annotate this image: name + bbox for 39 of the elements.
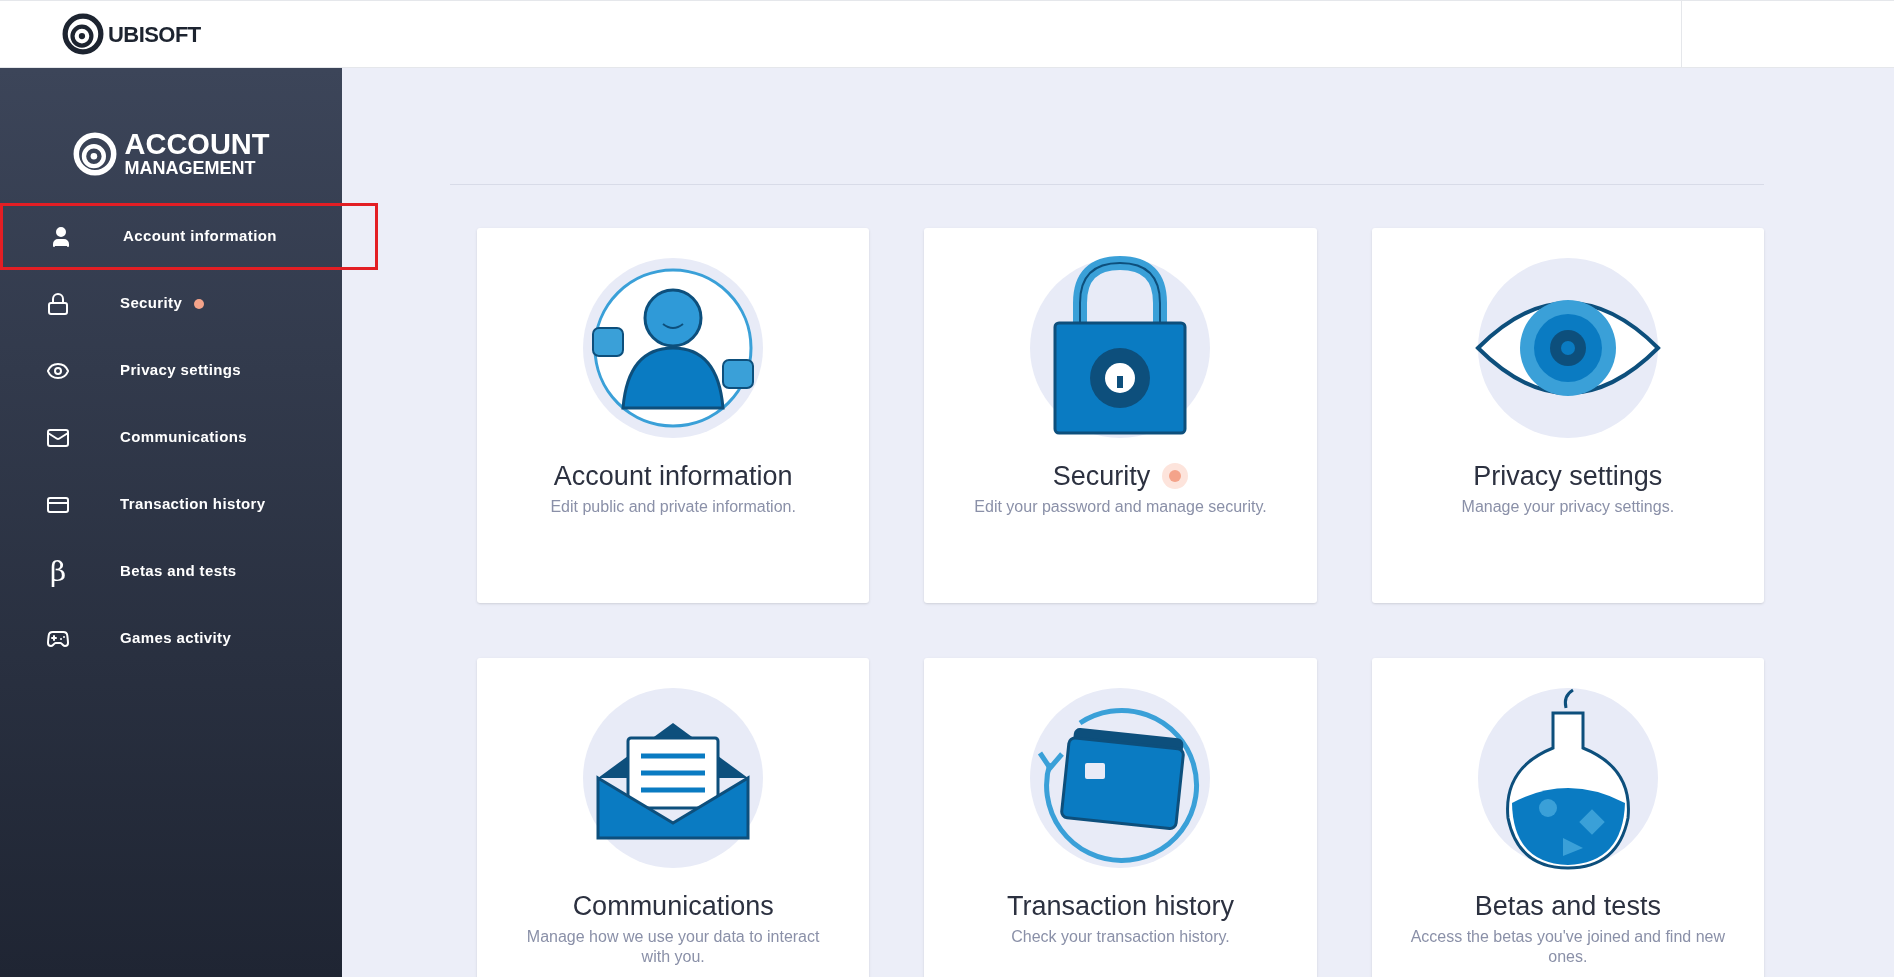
sidebar-label: Communications xyxy=(120,427,247,448)
card-title: Transaction history xyxy=(1006,890,1235,923)
settings-card[interactable]: Security Edit your password and manage security. xyxy=(924,228,1317,603)
logo-title: ACCOUNT xyxy=(124,130,270,159)
padlock-icon xyxy=(46,291,70,316)
ubisoft-logo-icon xyxy=(62,13,104,55)
card-title: Communications xyxy=(572,890,774,923)
card-title: Account information xyxy=(553,460,793,493)
brand-name: UBISOFT xyxy=(108,20,201,49)
logo-subtitle: MANAGEMENT xyxy=(124,159,257,177)
card-description: Access the betas you've joined and find new ones. xyxy=(1409,926,1726,967)
card-title: Betas and tests xyxy=(1474,890,1661,923)
sidebar-label: Betas and tests xyxy=(120,561,237,582)
sidebar-item[interactable]: Communications xyxy=(0,404,378,471)
settings-card[interactable]: Transaction history Check your transaction history. xyxy=(924,658,1317,977)
sidebar-item[interactable]: Account information xyxy=(0,203,378,270)
beta-icon: β xyxy=(49,557,67,586)
sidebar-label: Transaction history xyxy=(120,494,266,515)
card-title: Security xyxy=(1052,460,1151,493)
settings-card[interactable]: Account information Edit public and private information. xyxy=(477,228,870,603)
sidebar-item[interactable]: Transaction history xyxy=(0,471,378,538)
settings-card[interactable]: Betas and tests Access the betas you've joined and find new ones. xyxy=(1371,658,1764,977)
settings-card[interactable]: Privacy settings Manage your privacy settings. xyxy=(1371,228,1764,603)
sidebar-item[interactable]: Games activity xyxy=(0,605,378,672)
sidebar-label: Security xyxy=(120,293,183,314)
sidebar-item[interactable]: Security xyxy=(0,270,378,337)
card-description: Manage how we use your data to interact with you. xyxy=(525,926,821,967)
card-description: Check your transaction history. xyxy=(1011,926,1230,947)
settings-card[interactable]: Communications Manage how we use your data to interact with you. xyxy=(477,658,870,977)
card-title: Privacy settings xyxy=(1473,460,1663,493)
card-description: Edit your password and manage security. xyxy=(974,496,1267,517)
account-logo-icon xyxy=(72,131,117,176)
sidebar-label: Account information xyxy=(123,226,277,247)
card-description: Manage your privacy settings. xyxy=(1461,496,1675,517)
sidebar-label: Privacy settings xyxy=(120,360,242,381)
card-description: Edit public and private information. xyxy=(550,496,796,517)
sidebar-label: Games activity xyxy=(120,628,232,649)
sidebar-item[interactable]: Privacy settings xyxy=(0,337,378,404)
sidebar-item[interactable]: β Betas and tests xyxy=(0,538,378,605)
